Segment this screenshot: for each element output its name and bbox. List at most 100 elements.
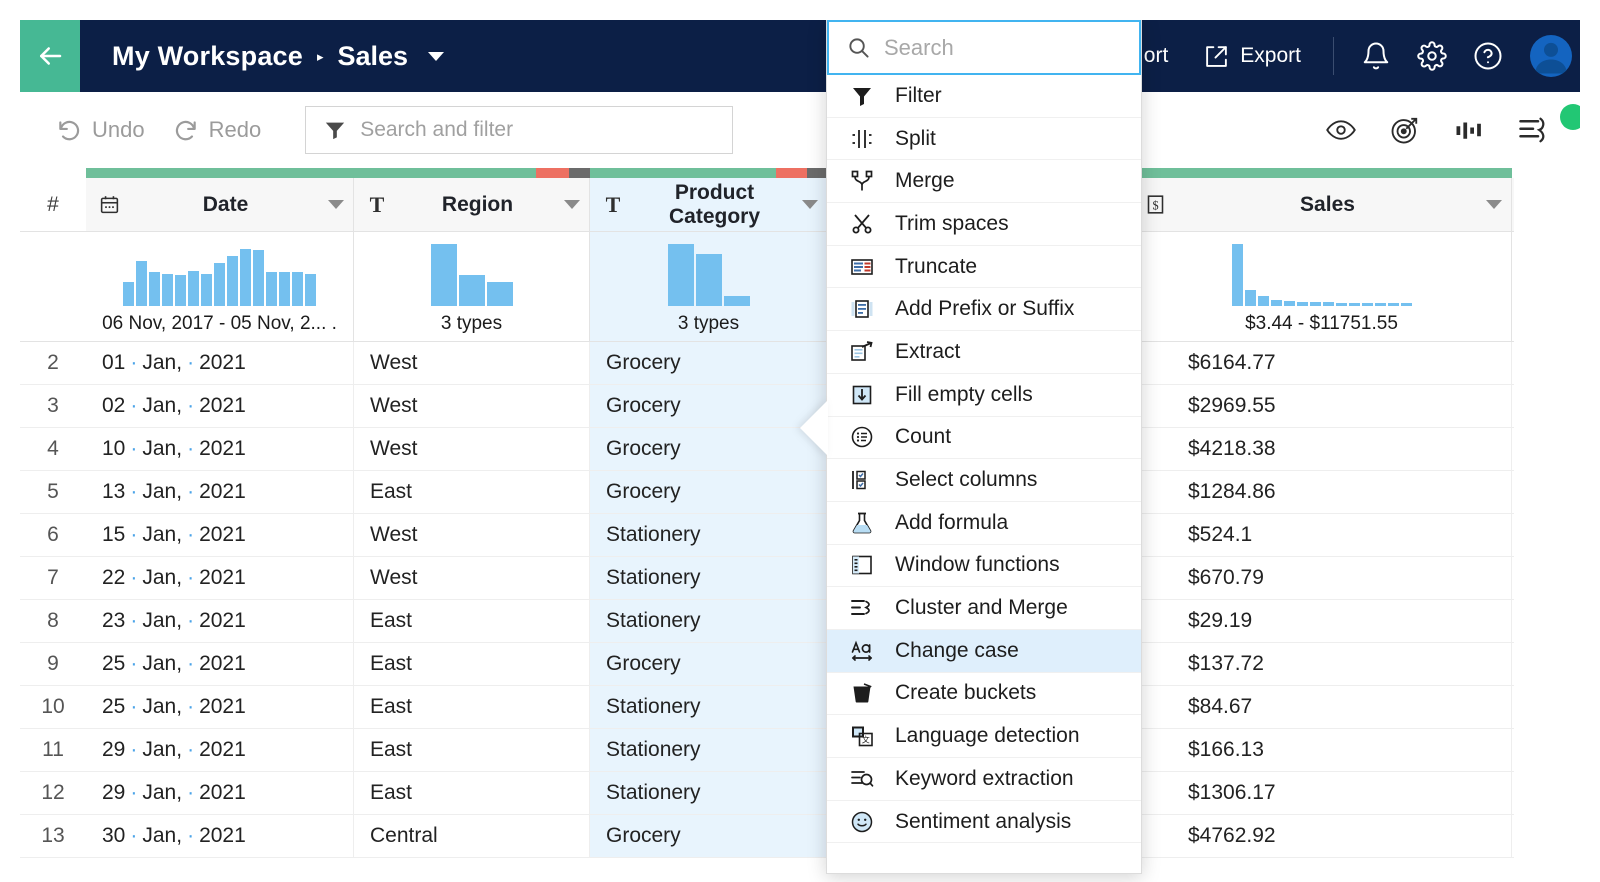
back-button[interactable]	[20, 20, 80, 92]
cell-product-category[interactable]: Stationery	[590, 557, 828, 599]
cell-product-category[interactable]: Grocery	[590, 815, 828, 857]
cell-sales[interactable]: $4762.92	[1132, 815, 1512, 857]
column-header-sales[interactable]: $ Sales	[1132, 178, 1512, 231]
cell-region[interactable]: East	[354, 772, 590, 814]
cell-product-category[interactable]: Grocery	[590, 428, 828, 470]
table-row[interactable]: 1129·Jan,·2021EastStationeryne · Rose$16…	[20, 729, 1514, 772]
cell-date[interactable]: 25 · Jan, · 2021	[86, 686, 354, 728]
cell-product-category[interactable]: Stationery	[590, 686, 828, 728]
menu-item-filter[interactable]: Filter	[827, 75, 1141, 118]
menu-search-input[interactable]	[884, 34, 1121, 61]
table-row[interactable]: 823·Jan,·2021EastStationeryin · Ross$29.…	[20, 600, 1514, 643]
cell-product-category[interactable]: Stationery	[590, 729, 828, 771]
column-header-date[interactable]: Date	[86, 178, 354, 231]
menu-item-split[interactable]: Split	[827, 118, 1141, 161]
menu-item-count[interactable]: Count	[827, 417, 1141, 460]
cell-sales[interactable]: $137.72	[1132, 643, 1512, 685]
cell-product-category[interactable]: Grocery	[590, 342, 828, 384]
cell-product-category[interactable]: Stationery	[590, 514, 828, 556]
table-row[interactable]: 1025·Jan,·2021EastStationeryl · Schwartz…	[20, 686, 1514, 729]
menu-item-add-prefix-or-suffix[interactable]: Add Prefix or Suffix	[827, 288, 1141, 332]
cell-date[interactable]: 13 · Jan, · 2021	[86, 471, 354, 513]
column-menu-caret-icon[interactable]	[319, 200, 353, 209]
preview-button[interactable]	[1320, 109, 1362, 151]
cell-sales[interactable]: $4218.38	[1132, 428, 1512, 470]
table-row[interactable]: 1229·Jan,·2021EastStationeryl · Schwartz…	[20, 772, 1514, 815]
cell-sales[interactable]: $524.1	[1132, 514, 1512, 556]
cell-region[interactable]: East	[354, 729, 590, 771]
menu-item-cluster-and-merge[interactable]: Cluster and Merge	[827, 587, 1141, 630]
breadcrumb-workspace[interactable]: My Workspace	[112, 41, 303, 72]
cell-sales[interactable]: $1306.17	[1132, 772, 1512, 814]
cell-region[interactable]: East	[354, 471, 590, 513]
cell-region[interactable]: West	[354, 342, 590, 384]
export-button[interactable]: Export	[1186, 20, 1319, 92]
cell-sales[interactable]: $84.67	[1132, 686, 1512, 728]
menu-item-window-functions[interactable]: Window functions	[827, 545, 1141, 588]
cell-region[interactable]: East	[354, 600, 590, 642]
cell-sales[interactable]: $2969.55	[1132, 385, 1512, 427]
redo-button[interactable]: Redo	[159, 111, 276, 149]
cell-sales[interactable]: $166.13	[1132, 729, 1512, 771]
cell-region[interactable]: East	[354, 643, 590, 685]
menu-item-extract[interactable]: Extract	[827, 331, 1141, 374]
menu-item-language-detection[interactable]: 文 Language detection	[827, 715, 1141, 758]
cell-product-category[interactable]: Stationery	[590, 600, 828, 642]
menu-item-change-case[interactable]: Change case	[827, 629, 1141, 673]
settings-button[interactable]	[1404, 20, 1460, 92]
menu-item-trim-spaces[interactable]: Trim spaces	[827, 203, 1141, 246]
column-header-product-category[interactable]: T Product Category	[590, 178, 828, 231]
cell-date[interactable]: 30 · Jan, · 2021	[86, 815, 354, 857]
cell-date[interactable]: 02 · Jan, · 2021	[86, 385, 354, 427]
column-summary-region[interactable]: 3 types	[354, 232, 590, 341]
cell-region[interactable]: Central	[354, 815, 590, 857]
table-row[interactable]: 925·Jan,·2021EastGrocery· Fisher$137.72	[20, 643, 1514, 686]
cell-product-category[interactable]: Grocery	[590, 471, 828, 513]
menu-item-create-buckets[interactable]: Create buckets	[827, 673, 1141, 716]
menu-item-merge[interactable]: Merge	[827, 160, 1141, 204]
table-row[interactable]: 302·Jan,·2021WestGrocery· Nathan$2969.55	[20, 385, 1514, 428]
cell-sales[interactable]: $6164.77	[1132, 342, 1512, 384]
cell-product-category[interactable]: Grocery	[590, 643, 828, 685]
column-summary-sales[interactable]: $3.44 - $11751.55	[1132, 232, 1512, 341]
table-row[interactable]: 410·Jan,·2021WestGroceryom$4218.38	[20, 428, 1514, 471]
table-row[interactable]: 201·Jan,·2021WestGroceryonovan$6164.77	[20, 342, 1514, 385]
cell-date[interactable]: 25 · Jan, · 2021	[86, 643, 354, 685]
target-button[interactable]	[1384, 109, 1426, 151]
cell-date[interactable]: 23 · Jan, · 2021	[86, 600, 354, 642]
menu-item-keyword-extraction[interactable]: Keyword extraction	[827, 758, 1141, 801]
table-row[interactable]: 1330·Jan,·2021CentralGroceryming$4762.92	[20, 815, 1514, 858]
cell-date[interactable]: 15 · Jan, · 2021	[86, 514, 354, 556]
column-menu-caret-icon[interactable]	[1477, 200, 1511, 209]
cell-date[interactable]: 01 · Jan, · 2021	[86, 342, 354, 384]
menu-item-sentiment-analysis[interactable]: Sentiment analysis	[827, 801, 1141, 844]
menu-item-add-formula[interactable]: Add formula	[827, 502, 1141, 545]
search-and-filter-box[interactable]	[305, 106, 734, 154]
cell-date[interactable]: 10 · Jan, · 2021	[86, 428, 354, 470]
notifications-button[interactable]	[1348, 20, 1404, 92]
cell-product-category[interactable]: Grocery	[590, 385, 828, 427]
table-row[interactable]: 615·Jan,·2021WestStationery· Pawlan$524.…	[20, 514, 1514, 557]
cell-region[interactable]: East	[354, 686, 590, 728]
cell-sales[interactable]: $1284.86	[1132, 471, 1512, 513]
column-summary-product-category[interactable]: 3 types	[590, 232, 828, 341]
column-menu-caret-icon[interactable]	[555, 200, 589, 209]
cell-region[interactable]: West	[354, 557, 590, 599]
menu-item-truncate[interactable]: Truncate	[827, 246, 1141, 289]
table-row[interactable]: 513·Jan,·2021EastGroceryKarthik$1284.86	[20, 471, 1514, 514]
breadcrumb-current[interactable]: Sales	[338, 41, 409, 72]
cell-date[interactable]: 22 · Jan, · 2021	[86, 557, 354, 599]
column-header-region[interactable]: T Region	[354, 178, 590, 231]
undo-button[interactable]: Undo	[42, 111, 159, 149]
cell-region[interactable]: West	[354, 514, 590, 556]
chevron-down-icon[interactable]	[428, 51, 445, 61]
avatar[interactable]	[1530, 35, 1572, 77]
column-menu-caret-icon[interactable]	[793, 200, 827, 209]
cell-sales[interactable]: $29.19	[1132, 600, 1512, 642]
cluster-button[interactable]	[1512, 109, 1554, 151]
cell-region[interactable]: West	[354, 428, 590, 470]
cell-sales[interactable]: $670.79	[1132, 557, 1512, 599]
help-button[interactable]	[1460, 20, 1516, 92]
column-summary-date[interactable]: 06 Nov, 2017 - 05 Nov, 2... .	[86, 232, 354, 341]
cell-region[interactable]: West	[354, 385, 590, 427]
